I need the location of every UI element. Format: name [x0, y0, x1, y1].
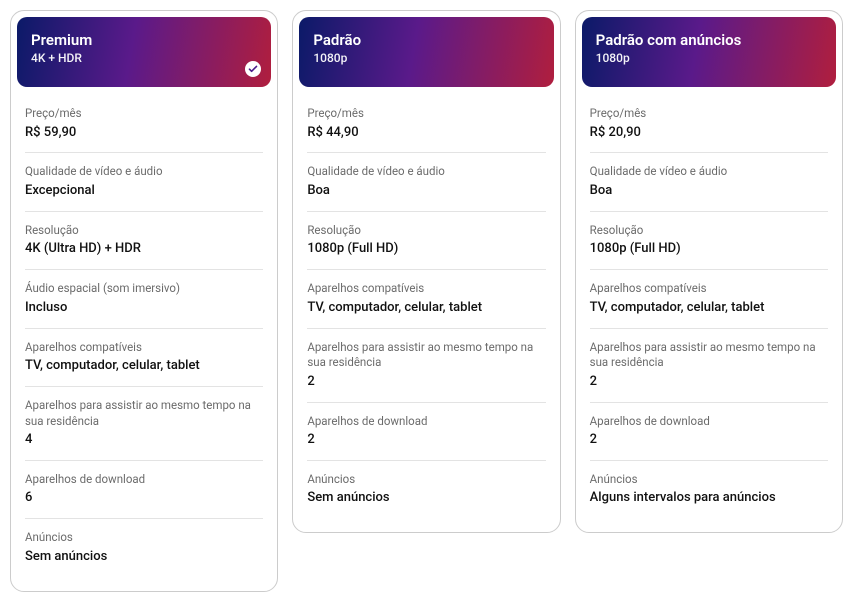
plan-header: Premium 4K + HDR	[17, 17, 271, 87]
spec-label: Aparelhos compatíveis	[590, 281, 828, 297]
spec-value: Alguns intervalos para anúncios	[590, 490, 828, 507]
spec-label: Áudio espacial (som imersivo)	[25, 281, 263, 297]
spec-value: Sem anúncios	[25, 549, 263, 566]
spec-label: Aparelhos compatíveis	[25, 340, 263, 356]
plan-header: Padrão com anúncios 1080p	[582, 17, 836, 87]
plan-body: Preço/mês R$ 59,90 Qualidade de vídeo e á…	[11, 93, 277, 591]
spec-row: Resolução 1080p (Full HD)	[590, 212, 828, 270]
spec-label: Preço/mês	[307, 106, 545, 122]
plan-subtitle: 4K + HDR	[31, 51, 257, 65]
spec-label: Anúncios	[25, 530, 263, 546]
spec-value: 6	[25, 490, 263, 507]
spec-value: R$ 20,90	[590, 125, 828, 142]
spec-row: Anúncios Sem anúncios	[307, 461, 545, 518]
spec-label: Resolução	[307, 223, 545, 239]
spec-label: Aparelhos para assistir ao mesmo tempo n…	[590, 340, 828, 371]
spec-value: 4	[25, 432, 263, 449]
spec-label: Aparelhos compatíveis	[307, 281, 545, 297]
spec-row: Preço/mês R$ 44,90	[307, 95, 545, 153]
spec-value: R$ 44,90	[307, 125, 545, 142]
spec-row: Preço/mês R$ 59,90	[25, 95, 263, 153]
plan-title: Premium	[31, 31, 257, 49]
spec-value: 2	[307, 432, 545, 449]
spec-row: Aparelhos para assistir ao mesmo tempo n…	[307, 329, 545, 403]
spec-row: Anúncios Sem anúncios	[25, 519, 263, 576]
spec-row: Qualidade de vídeo e áudio Boa	[307, 153, 545, 211]
spec-row: Aparelhos compatíveis TV, computador, cel…	[307, 270, 545, 328]
spec-label: Resolução	[25, 223, 263, 239]
spec-label: Preço/mês	[590, 106, 828, 122]
spec-label: Aparelhos de download	[590, 414, 828, 430]
spec-value: Boa	[590, 183, 828, 200]
spec-value: Excepcional	[25, 183, 263, 200]
spec-row: Aparelhos de download 2	[590, 403, 828, 461]
spec-label: Aparelhos de download	[307, 414, 545, 430]
spec-row: Preço/mês R$ 20,90	[590, 95, 828, 153]
spec-label: Qualidade de vídeo e áudio	[590, 164, 828, 180]
spec-row: Anúncios Alguns intervalos para anúncios	[590, 461, 828, 518]
spec-value: Boa	[307, 183, 545, 200]
spec-value: Sem anúncios	[307, 490, 545, 507]
spec-label: Anúncios	[307, 472, 545, 488]
spec-label: Qualidade de vídeo e áudio	[307, 164, 545, 180]
spec-row: Aparelhos compatíveis TV, computador, cel…	[590, 270, 828, 328]
spec-value: 2	[307, 374, 545, 391]
plan-subtitle: 1080p	[596, 51, 822, 65]
plan-card-premium[interactable]: Premium 4K + HDR Preço/mês R$ 59,90 Quali…	[10, 10, 278, 592]
plan-header: Padrão 1080p	[299, 17, 553, 87]
spec-label: Anúncios	[590, 472, 828, 488]
plan-body: Preço/mês R$ 20,90 Qualidade de vídeo e á…	[576, 93, 842, 532]
plan-card-padrao-anuncios[interactable]: Padrão com anúncios 1080p Preço/mês R$ 20…	[575, 10, 843, 533]
spec-label: Aparelhos de download	[25, 472, 263, 488]
spec-value: Incluso	[25, 300, 263, 317]
spec-row: Áudio espacial (som imersivo) Incluso	[25, 270, 263, 328]
spec-label: Aparelhos para assistir ao mesmo tempo n…	[307, 340, 545, 371]
plan-card-padrao[interactable]: Padrão 1080p Preço/mês R$ 44,90 Qualidade…	[292, 10, 560, 533]
plan-body: Preço/mês R$ 44,90 Qualidade de vídeo e á…	[293, 93, 559, 532]
check-circle-icon	[245, 61, 261, 77]
plan-subtitle: 1080p	[313, 51, 539, 65]
spec-value: 1080p (Full HD)	[590, 241, 828, 258]
spec-row: Qualidade de vídeo e áudio Boa	[590, 153, 828, 211]
plan-title: Padrão	[313, 31, 539, 49]
spec-label: Qualidade de vídeo e áudio	[25, 164, 263, 180]
pricing-plans-row: Premium 4K + HDR Preço/mês R$ 59,90 Quali…	[10, 10, 843, 592]
spec-value: 2	[590, 432, 828, 449]
spec-label: Aparelhos para assistir ao mesmo tempo n…	[25, 398, 263, 429]
spec-value: 4K (Ultra HD) + HDR	[25, 241, 263, 258]
plan-title: Padrão com anúncios	[596, 31, 822, 49]
spec-row: Qualidade de vídeo e áudio Excepcional	[25, 153, 263, 211]
spec-value: TV, computador, celular, tablet	[25, 358, 263, 375]
spec-label: Resolução	[590, 223, 828, 239]
spec-row: Aparelhos de download 2	[307, 403, 545, 461]
spec-row: Aparelhos para assistir ao mesmo tempo n…	[25, 387, 263, 461]
spec-label: Preço/mês	[25, 106, 263, 122]
spec-row: Resolução 1080p (Full HD)	[307, 212, 545, 270]
spec-row: Resolução 4K (Ultra HD) + HDR	[25, 212, 263, 270]
spec-row: Aparelhos compatíveis TV, computador, cel…	[25, 329, 263, 387]
spec-value: R$ 59,90	[25, 125, 263, 142]
spec-value: 1080p (Full HD)	[307, 241, 545, 258]
spec-value: 2	[590, 374, 828, 391]
spec-row: Aparelhos de download 6	[25, 461, 263, 519]
spec-value: TV, computador, celular, tablet	[307, 300, 545, 317]
spec-value: TV, computador, celular, tablet	[590, 300, 828, 317]
spec-row: Aparelhos para assistir ao mesmo tempo n…	[590, 329, 828, 403]
